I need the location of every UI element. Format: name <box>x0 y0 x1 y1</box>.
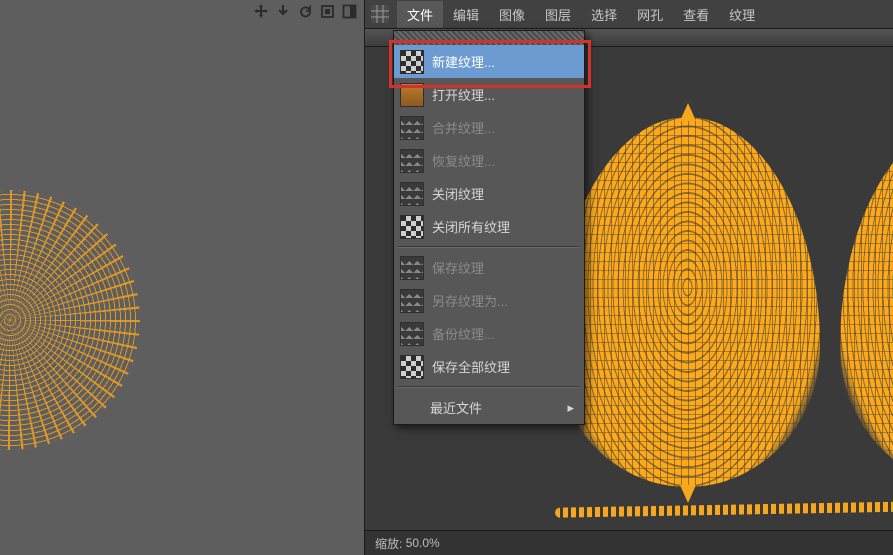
menu-item-label: 恢复纹理... <box>432 151 495 170</box>
menu-item-save-texture: 保存纹理 <box>394 251 584 284</box>
dropdown-grip[interactable] <box>394 31 584 45</box>
viewport-panel <box>0 0 365 555</box>
menu-item-label: 关闭纹理 <box>432 184 484 203</box>
chevron-right-icon: ▸ <box>567 400 574 416</box>
move-icon[interactable] <box>252 2 270 20</box>
frame-icon[interactable] <box>318 2 336 20</box>
menu-item-label: 保存全部纹理 <box>432 357 510 376</box>
restore-texture-icon <box>400 149 424 173</box>
save-texture-as-icon <box>400 289 424 313</box>
menu-mesh[interactable]: 网孔 <box>627 1 673 28</box>
save-all-textures-icon <box>400 355 424 379</box>
menu-texture[interactable]: 纹理 <box>719 1 765 28</box>
texture-grid-icon[interactable] <box>369 4 391 24</box>
uv-island-1 <box>555 117 820 487</box>
menu-item-label: 备份纹理... <box>432 324 495 343</box>
open-texture-icon <box>400 83 424 107</box>
down-arrow-icon[interactable] <box>274 2 292 20</box>
uv-island-1-tip-bottom <box>680 485 696 503</box>
menu-item-backup-texture: 备份纹理... <box>394 317 584 350</box>
zoom-label: 缩放: <box>375 535 402 552</box>
viewport-mesh-preview <box>0 190 140 450</box>
menu-item-label: 合并纹理... <box>432 118 495 137</box>
panel-icon[interactable] <box>340 2 358 20</box>
menu-item-open-texture[interactable]: 打开纹理... <box>394 78 584 111</box>
uv-island-2 <box>840 117 893 487</box>
new-texture-icon <box>400 50 424 74</box>
merge-texture-icon <box>400 116 424 140</box>
menu-item-restore-texture: 恢复纹理... <box>394 144 584 177</box>
zoom-value: 50.0% <box>406 536 440 550</box>
menu-item-label: 保存纹理 <box>432 258 484 277</box>
uv-island-1-tip-top <box>680 103 696 121</box>
menu-view[interactable]: 查看 <box>673 1 719 28</box>
close-all-textures-icon <box>400 215 424 239</box>
menu-layer[interactable]: 图层 <box>535 1 581 28</box>
menu-edit[interactable]: 编辑 <box>443 1 489 28</box>
menu-item-save-all-textures[interactable]: 保存全部纹理 <box>394 350 584 383</box>
menu-item-close-all-textures[interactable]: 关闭所有纹理 <box>394 210 584 243</box>
menubar: 文件 编辑 图像 图层 选择 网孔 查看 纹理 <box>365 0 893 29</box>
dropdown-separator <box>398 386 580 388</box>
dropdown-separator <box>398 246 580 248</box>
menu-item-close-texture[interactable]: 关闭纹理 <box>394 177 584 210</box>
menu-select[interactable]: 选择 <box>581 1 627 28</box>
reset-icon[interactable] <box>296 2 314 20</box>
menu-image[interactable]: 图像 <box>489 1 535 28</box>
menu-item-label: 新建纹理... <box>432 52 495 71</box>
viewport-toolbar <box>252 2 358 20</box>
menu-item-merge-texture: 合并纹理... <box>394 111 584 144</box>
backup-texture-icon <box>400 322 424 346</box>
uv-seam-strip-1 <box>555 498 893 517</box>
menu-item-label: 打开纹理... <box>432 85 495 104</box>
menu-file[interactable]: 文件 <box>397 1 443 28</box>
menu-item-label: 最近文件 <box>430 398 482 417</box>
close-texture-icon <box>400 182 424 206</box>
menu-item-save-texture-as: 另存纹理为... <box>394 284 584 317</box>
menu-item-label: 关闭所有纹理 <box>432 217 510 236</box>
menu-item-recent-files[interactable]: 最近文件 ▸ <box>394 391 584 424</box>
save-texture-icon <box>400 256 424 280</box>
file-dropdown: 新建纹理... 打开纹理... 合并纹理... 恢复纹理... 关闭纹理 关闭所… <box>393 30 585 425</box>
menu-item-label: 另存纹理为... <box>432 291 508 310</box>
status-bar: 缩放: 50.0% <box>365 530 893 555</box>
menu-item-new-texture[interactable]: 新建纹理... <box>394 45 584 78</box>
